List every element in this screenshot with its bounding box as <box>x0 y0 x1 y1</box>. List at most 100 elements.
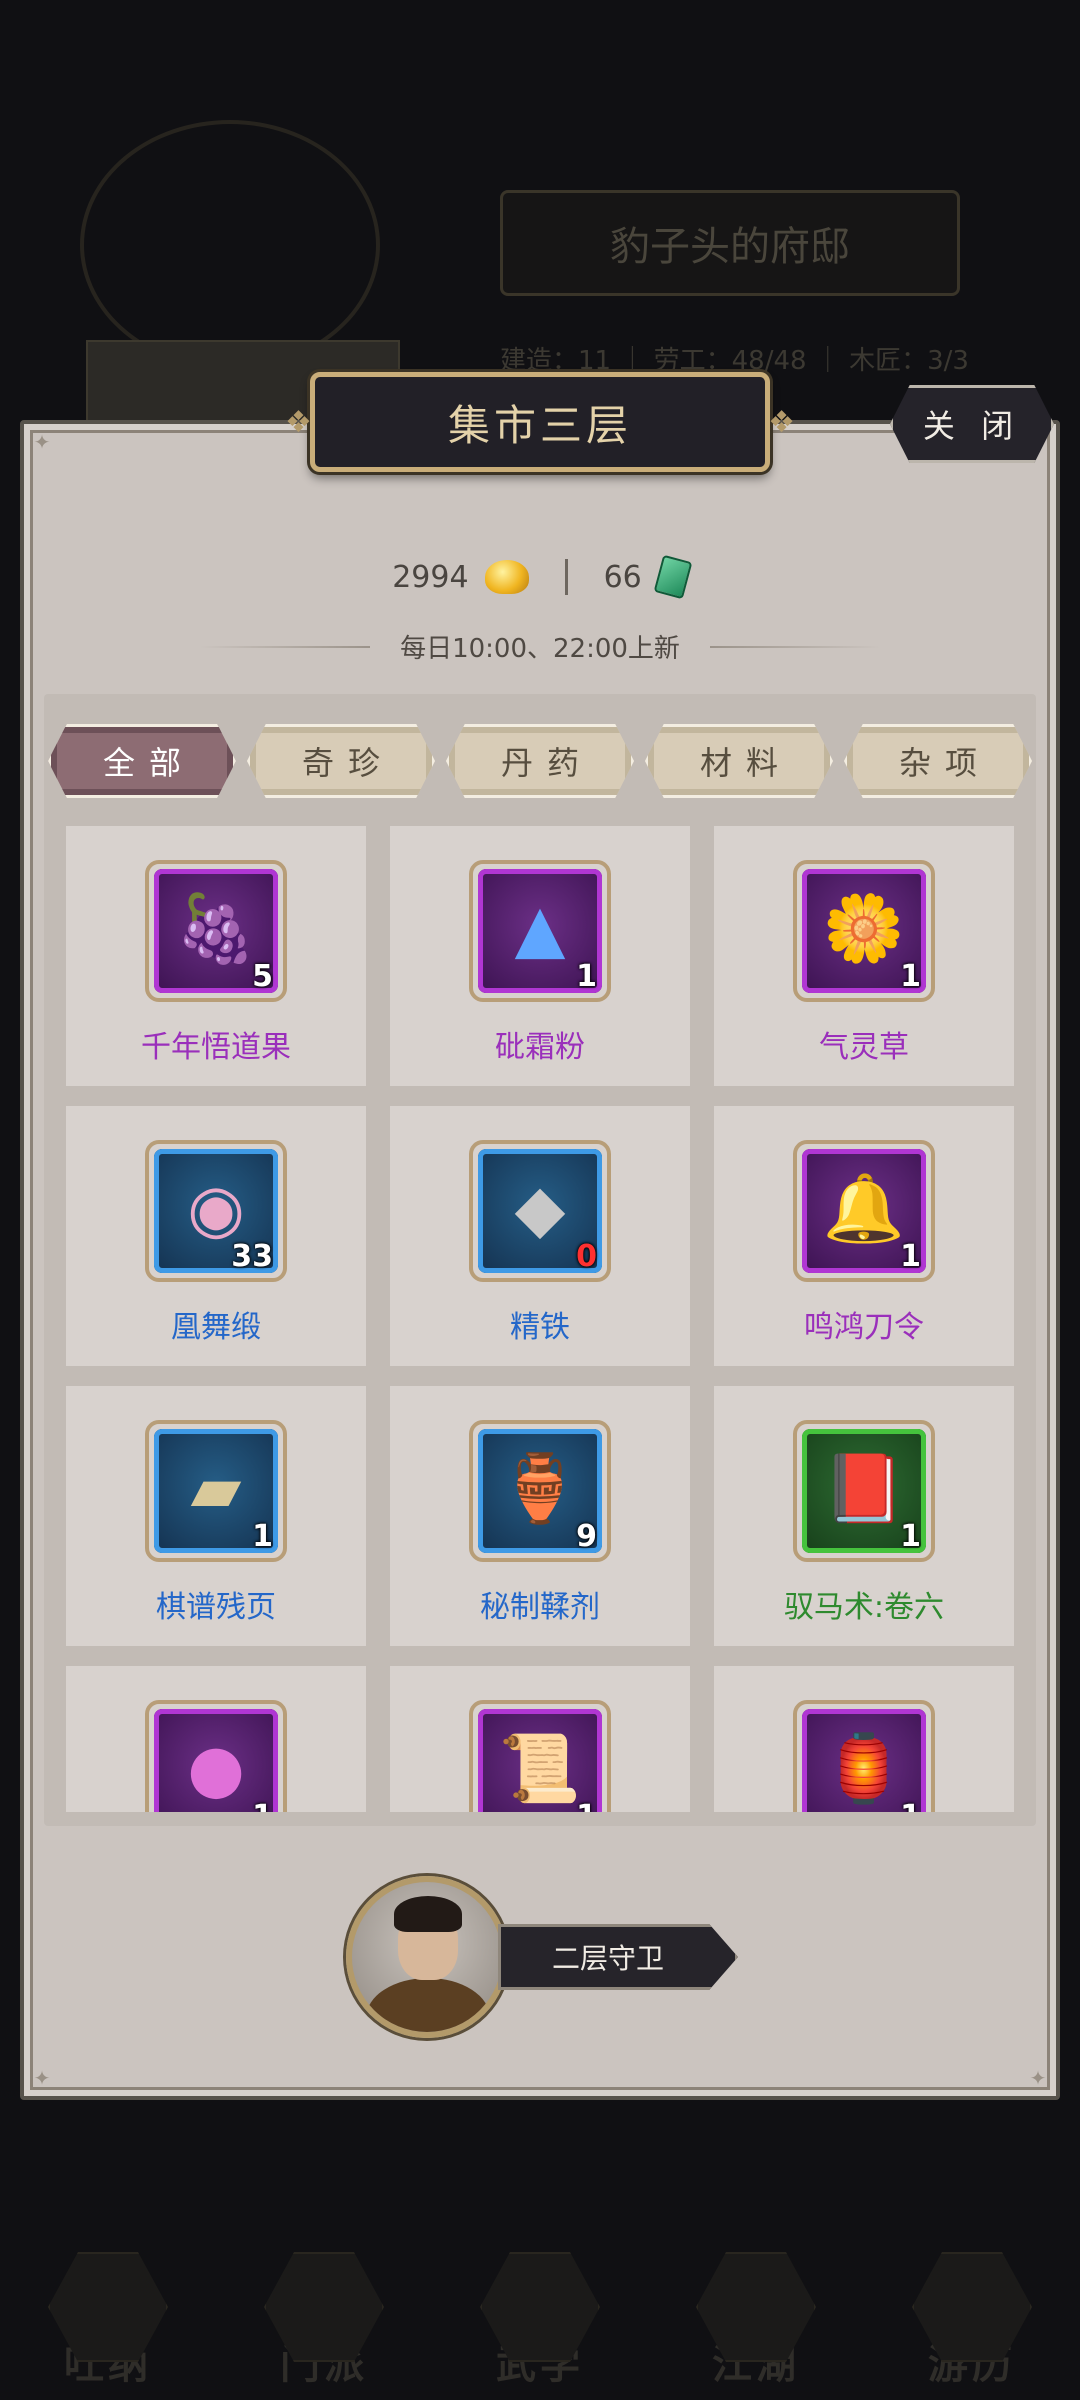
item-quantity: 0 <box>576 1239 597 1274</box>
close-button-label: 关 闭 <box>922 407 1022 445</box>
jade-amount: 66 <box>603 559 642 595</box>
tab-all[interactable]: 全部 <box>48 724 236 798</box>
purple-orb-on-stand-icon: ● <box>187 1729 245 1807</box>
item-quantity: 1 <box>900 1519 921 1554</box>
item-icon-frame: ▲ 1 <box>469 860 611 1002</box>
divider-ornament <box>709 645 880 648</box>
item-quantity: 1 <box>576 1799 597 1812</box>
red-book-icon: 📕 <box>822 1449 906 1527</box>
bottom-nav: 吐纳 门派 武学 江湖 游历 <box>0 2200 1080 2400</box>
item-quantity: 33 <box>231 1239 273 1274</box>
currency-divider <box>564 559 568 595</box>
old-paper-page-icon: ▰ <box>190 1449 242 1527</box>
tab-label: 杂项 <box>898 744 991 782</box>
item-icon-frame: 🏺 9 <box>469 1420 611 1562</box>
tab-label: 全部 <box>102 744 195 782</box>
iron-ore-icon: ◆ <box>514 1169 566 1247</box>
item-quantity: 1 <box>900 1239 921 1274</box>
category-tabs: 全部 奇珍 丹药 材料 杂项 <box>48 724 1032 798</box>
tab-label: 丹药 <box>500 744 593 782</box>
nav-item-youli: 游历 <box>897 2220 1047 2390</box>
blue-powder-pile-icon: ▲ <box>514 889 566 967</box>
item-icon-frame: 🍇 5 <box>145 860 287 1002</box>
gold-ingot-icon <box>484 560 529 594</box>
item-quantity: 1 <box>900 959 921 994</box>
item-grid-viewport[interactable]: 🍇 5 千年悟道果 ▲ 1 砒霜粉 🌼 1 气灵草 ◉ 33 凰舞缎 ◆ 0 精铁 🔔 1 … <box>66 826 1014 1812</box>
item-icon-frame: 🔔 1 <box>793 1140 935 1282</box>
item-grid: 🍇 5 千年悟道果 ▲ 1 砒霜粉 🌼 1 气灵草 ◉ 33 凰舞缎 ◆ 0 精铁 🔔 1 … <box>66 826 1014 1812</box>
item-cell[interactable]: ◆ 0 精铁 <box>390 1106 690 1366</box>
item-name: 精铁 <box>510 1310 570 1345</box>
item-cell[interactable]: 🔔 1 鸣鸿刀令 <box>714 1106 1014 1366</box>
refresh-row: 每日10:00、22:00上新 <box>0 628 1080 665</box>
gold-amount: 2994 <box>392 559 469 595</box>
item-icon-frame: ●1 <box>145 1700 287 1812</box>
nav-item-wuxue: 武学 <box>465 2220 615 2390</box>
item-cell[interactable]: 📕 1 驭马术:卷六 <box>714 1386 1014 1646</box>
item-cell[interactable]: 🏮1 <box>714 1666 1014 1812</box>
tab-misc[interactable]: 杂项 <box>844 724 1032 798</box>
dialog-title-plate: 集市三层 <box>285 372 795 472</box>
close-button[interactable]: 关 闭 <box>890 385 1054 463</box>
corner-ornament-icon: ✦ <box>33 2066 51 2090</box>
yellow-herb-flower-icon: 🌼 <box>822 889 906 967</box>
item-quantity: 1 <box>900 1799 921 1812</box>
guard-body <box>366 1978 490 2032</box>
jade-token-icon <box>653 554 693 600</box>
item-cell[interactable]: 📜1 <box>390 1666 690 1812</box>
item-name: 驭马术:卷六 <box>783 1590 945 1625</box>
item-quantity: 1 <box>252 1799 273 1812</box>
pink-silk-roll-icon: ◉ <box>187 1169 245 1247</box>
item-cell[interactable]: ●1 <box>66 1666 366 1812</box>
refresh-note: 每日10:00、22:00上新 <box>400 634 680 664</box>
item-cell[interactable]: 🏺 9 秘制鞣剂 <box>390 1386 690 1646</box>
corner-ornament-icon: ✦ <box>1029 2066 1047 2090</box>
item-icon-frame: ◆ 0 <box>469 1140 611 1282</box>
item-name: 秘制鞣剂 <box>480 1590 600 1625</box>
item-quantity: 1 <box>252 1519 273 1554</box>
tab-treasures[interactable]: 奇珍 <box>247 724 435 798</box>
nav-item-menpai: 门派 <box>249 2220 399 2390</box>
item-quantity: 5 <box>252 959 273 994</box>
item-cell[interactable]: ▲ 1 砒霜粉 <box>390 826 690 1086</box>
item-icon-frame: 📕 1 <box>793 1420 935 1562</box>
item-name: 棋谱残页 <box>156 1590 276 1625</box>
gourd-bottle-icon: 🏺 <box>498 1449 582 1527</box>
item-name: 砒霜粉 <box>495 1030 585 1065</box>
item-quantity: 1 <box>576 959 597 994</box>
tab-materials[interactable]: 材料 <box>645 724 833 798</box>
dialog-title: 集市三层 <box>447 400 632 450</box>
item-cell[interactable]: 🍇 5 千年悟道果 <box>66 826 366 1086</box>
nav-item-tuna: 吐纳 <box>33 2220 183 2390</box>
item-name: 气灵草 <box>819 1030 909 1065</box>
item-icon-frame: ▰ 1 <box>145 1420 287 1562</box>
item-name: 鸣鸿刀令 <box>804 1310 924 1345</box>
item-cell[interactable]: ▰ 1 棋谱残页 <box>66 1386 366 1646</box>
item-name: 凰舞缎 <box>171 1310 261 1345</box>
residence-title: 豹子头的府邸 <box>500 190 960 296</box>
item-icon-frame: ◉ 33 <box>145 1140 287 1282</box>
guard-label: 二层守卫 <box>551 1942 664 1975</box>
purple-fruit-on-stand-icon: 🍇 <box>174 889 258 967</box>
guard-portrait-avatar[interactable] <box>346 1876 508 2038</box>
guard-button[interactable]: 二层守卫 <box>498 1924 738 1990</box>
corner-ornament-icon: ✦ <box>33 430 51 454</box>
item-quantity: 9 <box>576 1519 597 1554</box>
item-cell[interactable]: 🌼 1 气灵草 <box>714 826 1014 1086</box>
item-icon-frame: 🏮1 <box>793 1700 935 1812</box>
item-icon-frame: 📜1 <box>469 1700 611 1812</box>
tab-label: 奇珍 <box>301 744 394 782</box>
nav-item-jianghu: 江湖 <box>681 2220 831 2390</box>
item-cell[interactable]: ◉ 33 凰舞缎 <box>66 1106 366 1366</box>
item-icon-frame: 🌼 1 <box>793 860 935 1002</box>
scroll-set-icon: 📜 <box>498 1729 582 1807</box>
red-wine-jar-icon: 🏮 <box>822 1729 906 1807</box>
tab-label: 材料 <box>699 744 792 782</box>
item-name: 千年悟道果 <box>141 1030 291 1065</box>
divider-ornament <box>200 645 371 648</box>
residence-emblem <box>80 120 380 370</box>
golden-token-icon: 🔔 <box>822 1169 906 1247</box>
tab-elixirs[interactable]: 丹药 <box>446 724 634 798</box>
currency-row: 2994 66 <box>0 554 1080 600</box>
guard-hair <box>394 1896 462 1932</box>
